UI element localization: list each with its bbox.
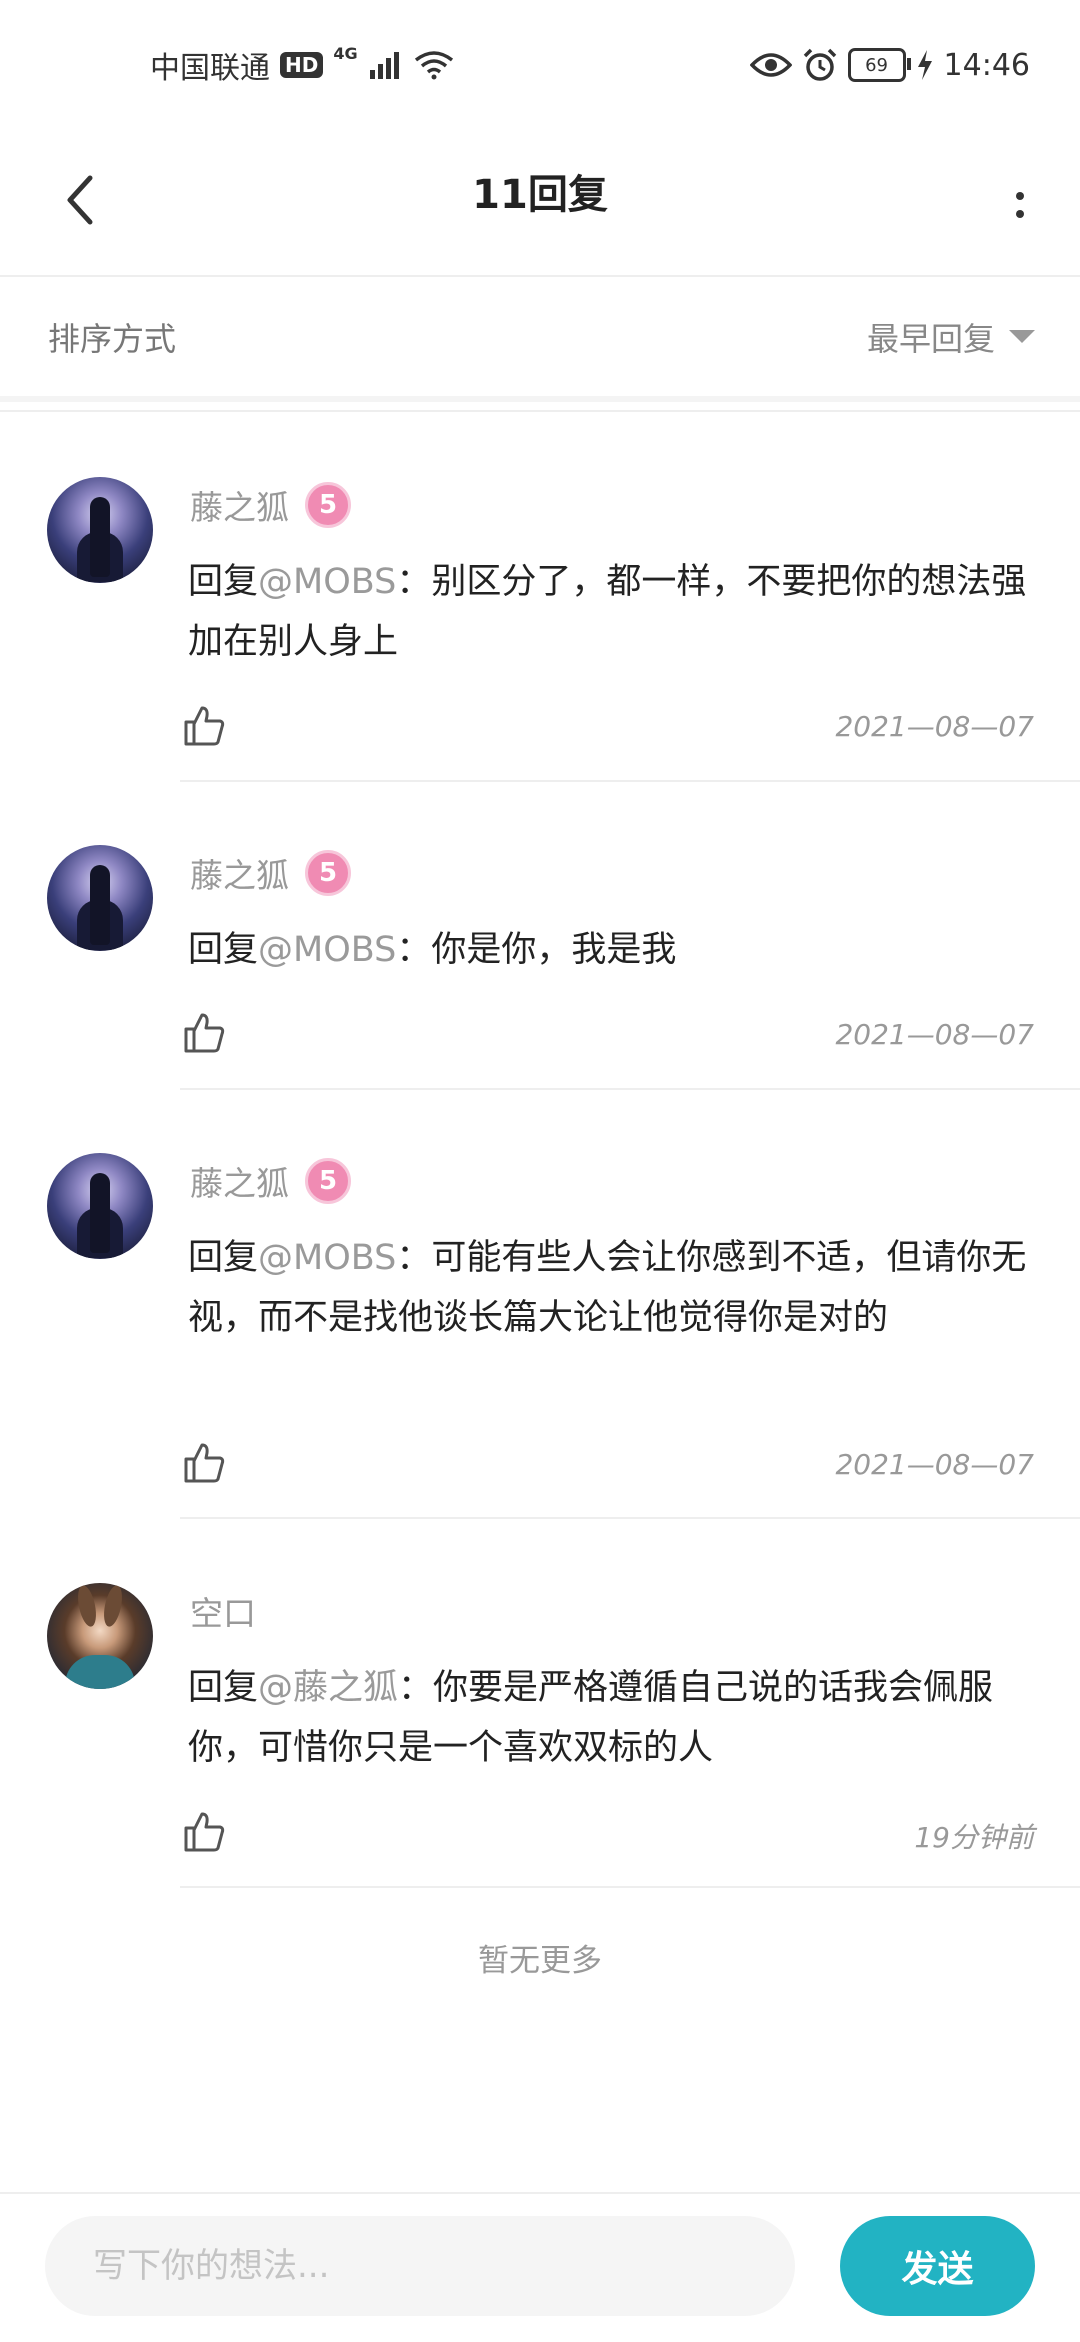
thumbs-up-icon <box>184 1013 225 1053</box>
clock-time: 14:46 <box>943 47 1030 83</box>
signal-icon <box>369 52 399 79</box>
comment-divider <box>180 1517 1080 1519</box>
comment-text: 回复@藤之狐：你要是严格遵循自己说的话我会佩服你，可惜你只是一个喜欢双标的人 <box>188 1658 1038 1778</box>
page-title: 11回复 <box>472 172 608 218</box>
comment-author[interactable]: 藤之狐 5 <box>190 477 351 533</box>
hd-badge: HD <box>280 52 324 78</box>
username: 空口 <box>190 1594 256 1633</box>
comment-item: 藤之狐 5 回复@MOBS：你是你，我是我 2021—08—07 <box>0 845 1080 1090</box>
comment-item: 空口 回复@藤之狐：你要是严格遵循自己说的话我会佩服你，可惜你只是一个喜欢双标的… <box>0 1583 1080 1888</box>
alarm-icon <box>803 48 836 81</box>
like-button[interactable] <box>180 1808 228 1856</box>
reply-prefix: 回复 <box>188 930 259 970</box>
more-dot <box>1016 210 1024 218</box>
battery-indicator: 69 <box>847 48 911 82</box>
thumbs-up-icon <box>184 1443 225 1483</box>
no-more-label: 暂无更多 <box>478 1943 602 1979</box>
avatar[interactable] <box>47 477 153 583</box>
comment-date: 2021—08—07 <box>835 1448 1034 1481</box>
comment-composer: 发送 <box>0 2192 1080 2342</box>
avatar[interactable] <box>47 1583 153 1689</box>
more-dot <box>1016 192 1024 200</box>
username: 藤之狐 <box>190 488 289 527</box>
comment-item: 藤之狐 5 回复@MOBS：别区分了，都一样，不要把你的想法强加在别人身上 20… <box>0 477 1080 782</box>
avatar[interactable] <box>47 845 153 951</box>
mention-link[interactable]: @藤之狐 <box>258 1668 398 1708</box>
sort-bar: 排序方式 最早回复 <box>0 277 1080 402</box>
sort-dropdown[interactable]: 最早回复 <box>867 314 1035 360</box>
comment-item: 藤之狐 5 回复@MOBS：可能有些人会让你感到不适，但请你无视，而不是找他谈长… <box>0 1153 1080 1519</box>
charging-icon <box>917 50 932 80</box>
network-type: 4G <box>333 43 358 63</box>
comment-divider <box>180 1886 1080 1888</box>
send-button[interactable]: 发送 <box>840 2216 1035 2316</box>
comment-input[interactable] <box>45 2216 795 2316</box>
like-button[interactable] <box>180 1439 228 1487</box>
back-button[interactable] <box>40 160 120 240</box>
comment-date: 19分钟前 <box>914 1821 1034 1854</box>
status-bar: 中国联通 HD 4G 69 14:46 <box>0 0 1080 130</box>
mention-link[interactable]: @MOBS <box>258 1238 396 1278</box>
thumbs-up-icon <box>184 706 225 746</box>
comment-date: 2021—08—07 <box>835 710 1034 743</box>
status-right: 69 14:46 <box>749 47 1030 83</box>
carrier-name: 中国联通 <box>150 51 270 86</box>
comment-author[interactable]: 空口 <box>190 1583 256 1639</box>
reply-prefix: 回复 <box>188 1238 259 1278</box>
comment-author[interactable]: 藤之狐 5 <box>190 1153 351 1209</box>
comment-text: 回复@MOBS：可能有些人会让你感到不适，但请你无视，而不是找他谈长篇大论让他觉… <box>188 1228 1038 1348</box>
avatar[interactable] <box>47 1153 153 1259</box>
comment-text: 回复@MOBS：别区分了，都一样，不要把你的想法强加在别人身上 <box>188 552 1038 672</box>
level-badge: 5 <box>305 482 351 528</box>
eye-icon <box>749 53 792 77</box>
mention-link[interactable]: @MOBS <box>258 562 396 602</box>
comment-divider <box>180 1088 1080 1090</box>
comment-body: ：你是你，我是我 <box>396 930 677 970</box>
sort-selected-value: 最早回复 <box>866 319 995 358</box>
like-button[interactable] <box>180 1009 228 1057</box>
comment-author[interactable]: 藤之狐 5 <box>190 845 351 901</box>
reply-prefix: 回复 <box>188 562 259 602</box>
list-top-divider <box>0 410 1080 412</box>
wifi-icon <box>414 51 453 80</box>
comment-date: 2021—08—07 <box>835 1018 1034 1051</box>
username: 藤之狐 <box>190 856 289 895</box>
like-button[interactable] <box>180 702 228 750</box>
comment-divider <box>180 780 1080 782</box>
battery-level: 69 <box>865 54 888 76</box>
mention-link[interactable]: @MOBS <box>258 930 396 970</box>
chevron-left-icon <box>67 175 93 225</box>
level-badge: 5 <box>305 1158 351 1204</box>
caret-down-icon <box>1009 330 1035 343</box>
level-badge: 5 <box>305 850 351 896</box>
username: 藤之狐 <box>190 1164 289 1203</box>
thumbs-up-icon <box>184 1812 225 1852</box>
reply-prefix: 回复 <box>188 1668 259 1708</box>
status-left: 中国联通 HD 4G <box>150 43 454 87</box>
comment-text: 回复@MOBS：你是你，我是我 <box>188 920 1038 980</box>
title-bar: 11回复 <box>0 130 1080 277</box>
more-options-button[interactable] <box>990 170 1050 240</box>
sort-label: 排序方式 <box>48 319 177 358</box>
